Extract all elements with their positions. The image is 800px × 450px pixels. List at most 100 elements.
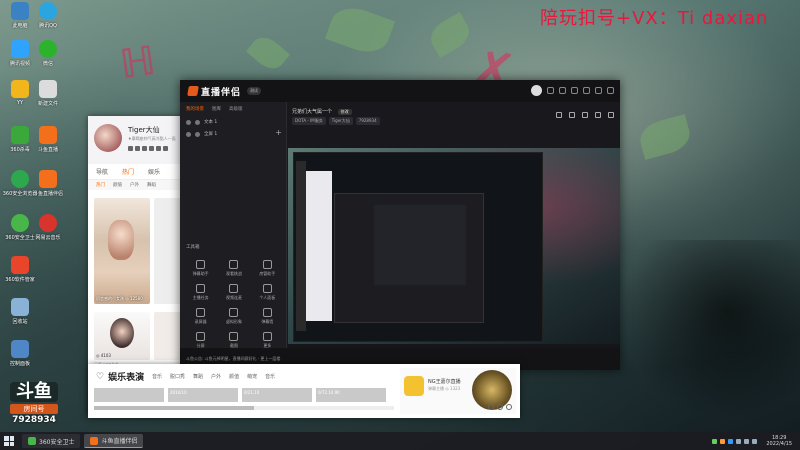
tool-icon[interactable] (128, 146, 133, 151)
desktop-icon-douyu-live[interactable]: 斗鱼直播 (28, 126, 68, 153)
message-icon[interactable] (559, 87, 566, 94)
add-source-icon[interactable]: + (275, 128, 282, 137)
stream-thumbnail[interactable]: 0/72.10.90 (316, 388, 386, 402)
tray-app-icon[interactable] (712, 438, 718, 444)
scrollbar-thumb[interactable] (94, 406, 254, 410)
tool-split[interactable]: 分屏 (184, 332, 217, 349)
share-icon[interactable] (608, 112, 614, 118)
taskbar-item-360-security[interactable]: 360安全卫士 (22, 434, 81, 448)
tool-screenshot[interactable]: 截图 (217, 332, 250, 349)
preview-taskbar (296, 161, 306, 331)
taskbar-item-douyu-assistant[interactable]: 斗鱼直播伴侣 (84, 434, 144, 448)
stream-card[interactable]: 初恋感的小女孩 ◎ 12580 (94, 198, 150, 304)
desktop-icon-control-panel[interactable]: 控制面板 (0, 340, 40, 367)
tab-gallery[interactable]: 图库 (212, 106, 221, 112)
skin-icon[interactable] (547, 87, 554, 94)
tool-danmu-helper[interactable]: 弹幕助手 (184, 260, 217, 277)
lock-icon[interactable] (195, 119, 200, 125)
desktop-icon-wechat[interactable]: 微信 (28, 40, 68, 67)
subnav-hot[interactable]: 热门 (96, 182, 105, 188)
avatar[interactable] (531, 85, 542, 96)
live-preview[interactable] (288, 148, 620, 344)
preview-douyu-app (306, 171, 332, 321)
list-icon[interactable] (595, 112, 601, 118)
tool-icon[interactable] (142, 146, 147, 151)
subnav-outdoor[interactable]: 户外 (130, 182, 139, 188)
browser-icon (11, 170, 29, 188)
screen-icon[interactable] (569, 112, 575, 118)
tool-watch-challenge[interactable]: 观看挑战 (217, 260, 250, 277)
horizontal-scrollbar[interactable] (94, 406, 394, 410)
network-icon[interactable] (736, 438, 742, 444)
tool-avatar[interactable]: 虚拟形象 (217, 308, 250, 325)
desktop-icon-douyu-assistant[interactable]: 斗鱼直播伴侣 (28, 170, 68, 197)
desktop-icon-qq[interactable]: 腾讯QQ (28, 2, 68, 29)
visibility-icon[interactable] (186, 131, 191, 137)
stream-thumbnail[interactable]: 0/21.10 (242, 388, 312, 402)
tool-more[interactable]: 更多 (251, 332, 284, 349)
room-category[interactable]: DOTA - IM服务 (292, 117, 326, 125)
minimize-icon[interactable] (583, 87, 590, 94)
tool-recorder[interactable]: 录屏器 (184, 308, 217, 325)
tab-advanced[interactable]: 高级版 (229, 106, 243, 112)
qq-icon (39, 2, 57, 20)
featured-stream[interactable]: NG王嘉尔直播 弹幕主播 ◎ 1323 (400, 368, 516, 414)
douyu-icon (90, 436, 99, 445)
tray-app-icon[interactable] (728, 438, 734, 444)
tool-video-link[interactable]: 视频连麦 (217, 284, 250, 301)
stream-thumbnail[interactable] (94, 388, 164, 402)
subnav-dance[interactable]: 舞蹈 (147, 182, 156, 188)
desktop-icon-new-file[interactable]: 新建文件 (28, 80, 68, 107)
tool-room-admin[interactable]: 房管助手 (251, 260, 284, 277)
source-row[interactable]: 文本 1 (180, 116, 286, 128)
volume-icon[interactable] (744, 438, 750, 444)
heart-icon: ♡ (96, 371, 105, 382)
tab-beauty[interactable]: 颜值 (229, 373, 239, 380)
desktop-icon-netease-music[interactable]: 网易云音乐 (28, 214, 68, 241)
tool-icon[interactable] (149, 146, 154, 151)
tool-personal-panel[interactable]: 个人面板 (251, 284, 284, 301)
ime-icon[interactable] (752, 438, 758, 444)
close-icon[interactable] (607, 87, 614, 94)
tab-music-2[interactable]: 音乐 (265, 373, 275, 380)
wall-icon (262, 308, 272, 317)
maximize-icon[interactable] (595, 87, 602, 94)
tab-dance[interactable]: 舞蹈 (193, 373, 203, 380)
fullscreen-icon[interactable] (506, 404, 512, 410)
clock[interactable]: 18:29 2022/4/15 (766, 435, 792, 447)
tab-pets[interactable]: 萌宠 (247, 373, 257, 380)
tool-icon[interactable] (135, 146, 140, 151)
avatar[interactable] (94, 124, 122, 152)
tab-music[interactable]: 音乐 (152, 373, 162, 380)
desktop-icon-recycle-bin[interactable]: 回收站 (0, 298, 40, 325)
tab-talkshow[interactable]: 脱口秀 (170, 373, 185, 380)
settings-icon[interactable] (497, 404, 503, 410)
preview-nested-screen (293, 152, 543, 342)
tool-icon[interactable] (156, 146, 161, 151)
start-button[interactable] (0, 432, 18, 450)
tab-my-scene[interactable]: 我的场景 (186, 106, 204, 112)
nav-hot[interactable]: 热门 (122, 167, 134, 176)
play-icon[interactable] (488, 404, 494, 410)
tool-icon[interactable] (163, 146, 168, 151)
system-tray: 18:29 2022/4/15 (712, 435, 800, 447)
tray-app-icon[interactable] (720, 438, 726, 444)
douyu-icon (39, 170, 57, 188)
tool-danmu-wall[interactable]: 弹幕墙 (251, 308, 284, 325)
gift-icon[interactable] (556, 112, 562, 118)
tool-anchor-tasks[interactable]: 主播任务 (184, 284, 217, 301)
source-row[interactable]: 全屏 1 (180, 128, 286, 140)
lock-icon[interactable] (195, 131, 200, 137)
visibility-icon[interactable] (186, 119, 191, 125)
desktop-icon-360-software[interactable]: 360软件管家 (0, 256, 40, 283)
nav-entertainment[interactable]: 娱乐 (148, 167, 160, 176)
menu-icon[interactable] (571, 87, 578, 94)
stream-card[interactable]: ◎ 4103 (94, 312, 150, 360)
nav-guide[interactable]: 导航 (96, 167, 108, 176)
subnav-beauty[interactable]: 颜值 (113, 182, 122, 188)
edit-room-button[interactable]: 修改 (337, 109, 352, 115)
stream-thumbnail[interactable]: 2010/10 (168, 388, 238, 402)
grid-icon[interactable] (582, 112, 588, 118)
room-meta: DOTA - IM服务 Tiger大仙 7928934 (292, 117, 380, 125)
tab-outdoor[interactable]: 户外 (211, 373, 221, 380)
